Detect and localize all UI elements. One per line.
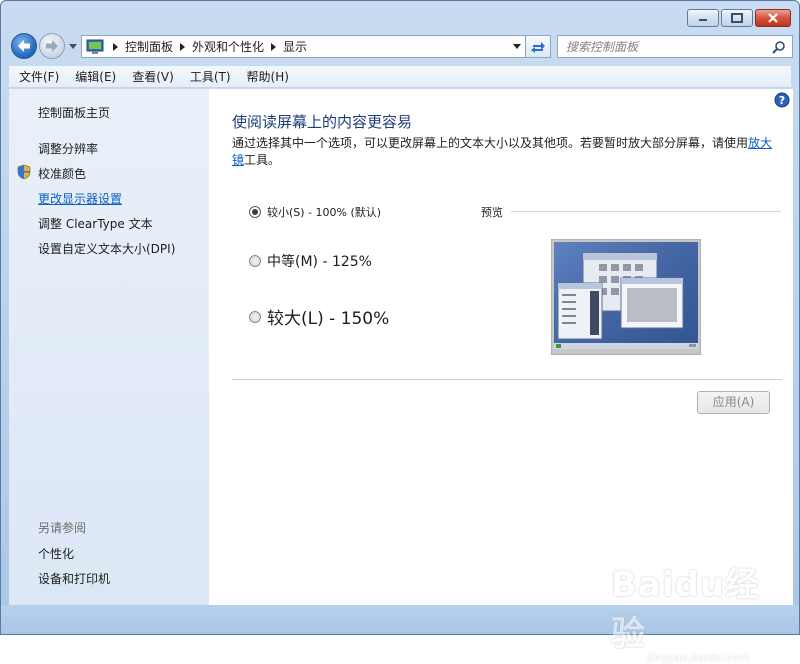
close-button[interactable] <box>755 9 791 27</box>
address-bar[interactable]: 控制面板 外观和个性化 显示 <box>81 35 527 58</box>
shield-icon <box>17 164 31 180</box>
page-title: 使阅读屏幕上的内容更容易 <box>232 113 413 131</box>
menu-tools[interactable]: 工具(T) <box>182 66 239 87</box>
page-description: 通过选择其中一个选项，可以更改屏幕上的文本大小以及其他项。若要暂时放大部分屏幕，… <box>232 135 777 169</box>
control-panel-window: 控制面板 外观和个性化 显示 文件(F) 编辑(E) 查看(V) 工 <box>0 0 800 664</box>
breadcrumb-separator-icon <box>271 42 277 51</box>
option-medium-label: 中等(M) - 125% <box>267 254 372 270</box>
menu-help[interactable]: 帮助(H) <box>239 66 297 87</box>
menu-edit[interactable]: 编辑(E) <box>67 66 124 87</box>
close-icon <box>768 13 778 23</box>
breadcrumb-display[interactable]: 显示 <box>283 38 307 55</box>
option-large[interactable]: 较大(L) - 150% <box>249 304 389 329</box>
sidebar-item-resolution[interactable]: 调整分辨率 <box>38 140 98 157</box>
menu-bar: 文件(F) 编辑(E) 查看(V) 工具(T) 帮助(H) <box>9 66 791 88</box>
forward-button[interactable] <box>39 33 65 59</box>
content-divider <box>232 379 782 380</box>
description-text: 通过选择其中一个选项，可以更改屏幕上的文本大小以及其他项。若要暂时放大部分屏幕，… <box>232 136 749 150</box>
sidebar-item-custom-dpi[interactable]: 设置自定义文本大小(DPI) <box>38 240 175 257</box>
see-also-heading: 另请参阅 <box>38 521 87 535</box>
menu-file[interactable]: 文件(F) <box>11 66 67 87</box>
breadcrumb-separator-icon <box>180 42 186 51</box>
option-small[interactable]: 较小(S) - 100% (默认) <box>249 204 381 220</box>
search-icon[interactable] <box>772 40 786 54</box>
forward-arrow-icon <box>46 40 58 52</box>
navigation-bar: 控制面板 外观和个性化 显示 <box>9 32 793 62</box>
sidebar-item-personalization[interactable]: 个性化 <box>38 545 74 562</box>
preview-image <box>551 239 701 355</box>
main-content: ? 使阅读屏幕上的内容更容易 通过选择其中一个选项，可以更改屏幕上的文本大小以及… <box>209 89 793 605</box>
option-medium[interactable]: 中等(M) - 125% <box>249 251 372 271</box>
recent-pages-button[interactable] <box>67 40 79 52</box>
radio-small[interactable] <box>249 206 261 218</box>
preview-label: 预览 <box>481 206 503 219</box>
radio-medium[interactable] <box>249 255 261 267</box>
breadcrumb-control-panel[interactable]: 控制面板 <box>125 38 173 55</box>
watermark-url: jingyan.baidu.com <box>647 651 750 664</box>
sidebar-item-calibrate-color[interactable]: 校准颜色 <box>38 165 86 182</box>
sidebar-item-devices-printers[interactable]: 设备和打印机 <box>38 570 110 587</box>
sidebar-item-display-settings[interactable]: 更改显示器设置 <box>38 190 122 207</box>
svg-text:?: ? <box>779 94 785 107</box>
back-arrow-icon <box>18 40 30 52</box>
control-panel-icon <box>86 39 104 54</box>
option-small-label: 较小(S) - 100% (默认) <box>267 206 382 219</box>
back-button[interactable] <box>11 33 37 59</box>
breadcrumb-separator-icon <box>113 42 118 51</box>
option-large-label: 较大(L) - 150% <box>267 309 390 329</box>
radio-large[interactable] <box>249 310 261 323</box>
sidebar: 控制面板主页 调整分辨率 校准颜色 更改显示器设置 调整 ClearType 文… <box>9 89 209 605</box>
search-box[interactable] <box>557 35 793 58</box>
preview-divider <box>511 211 781 212</box>
help-icon[interactable]: ? <box>774 92 790 108</box>
minimize-button[interactable] <box>687 9 719 27</box>
minimize-icon <box>699 19 707 21</box>
search-input[interactable] <box>566 39 766 54</box>
menu-view[interactable]: 查看(V) <box>124 66 182 87</box>
breadcrumb-appearance[interactable]: 外观和个性化 <box>192 38 264 55</box>
maximize-button[interactable] <box>721 9 753 27</box>
description-text-end: 工具。 <box>244 153 281 167</box>
maximize-icon <box>731 13 743 23</box>
chevron-down-icon[interactable] <box>512 41 522 51</box>
refresh-icon <box>531 41 545 53</box>
baidu-watermark: Baidu经验 jingyan.baidu.com <box>611 557 786 664</box>
sidebar-item-home[interactable]: 控制面板主页 <box>38 104 110 121</box>
sidebar-item-cleartype[interactable]: 调整 ClearType 文本 <box>38 215 153 232</box>
chevron-down-icon <box>69 43 77 49</box>
watermark-logo: Baidu经验 <box>611 565 761 654</box>
apply-button[interactable]: 应用(A) <box>697 391 770 414</box>
refresh-button[interactable] <box>525 35 551 58</box>
window-caption-buttons <box>687 9 791 27</box>
